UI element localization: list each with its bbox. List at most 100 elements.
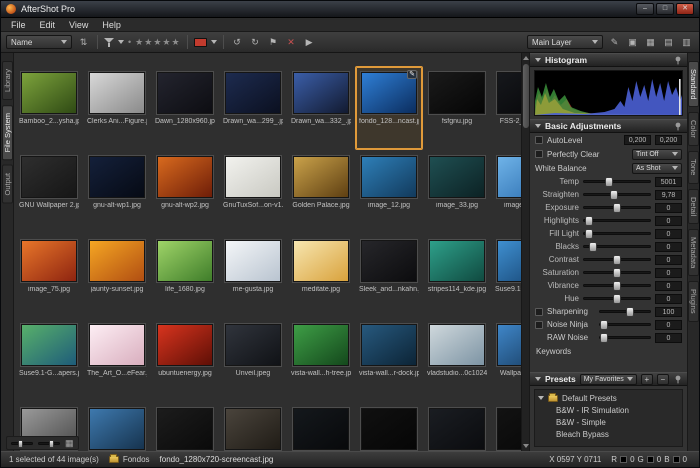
thumbnail-cell[interactable]	[491, 402, 521, 451]
thumbnail-cell[interactable]	[219, 402, 287, 451]
keywords-row[interactable]: Keywords	[530, 344, 687, 358]
thumbnail-cell[interactable]: fsfgnu.jpg	[423, 66, 491, 150]
slider-track[interactable]	[599, 336, 651, 339]
slider-track[interactable]	[599, 323, 651, 326]
pin-icon[interactable]	[674, 56, 682, 65]
thumbnail-cell[interactable]: Suse9.1-Bl...papers.jpg	[491, 234, 521, 318]
thumbnail-cell[interactable]: wyama.jpg	[287, 53, 355, 66]
thumbnail-cell[interactable]	[15, 53, 83, 66]
tab-tone[interactable]: Tone	[688, 151, 699, 183]
thumbnail-cell[interactable]: vladstudio...0c1024.jpg	[423, 318, 491, 402]
thumbnail-cell[interactable]: The_Art_O...eFear.jpg	[83, 318, 151, 402]
tab-detail[interactable]: Detail	[688, 189, 699, 224]
histogram-header[interactable]: Histogram	[530, 53, 687, 67]
sharpening-checkbox[interactable]	[535, 308, 543, 316]
scroll-down-icon[interactable]	[523, 444, 529, 448]
slider-value[interactable]: 0	[655, 294, 682, 304]
thumbnail-cell[interactable]: Sleek_and...nkahn.jpg	[355, 234, 423, 318]
slider-handle[interactable]	[613, 255, 621, 265]
slider-handle[interactable]	[589, 242, 597, 252]
thumbnail-cell[interactable]: life_1680.jpg	[151, 234, 219, 318]
slider-handle[interactable]	[613, 203, 621, 213]
thumbnail-cell[interactable]: Drawn_wa...299_.jpg	[219, 66, 287, 150]
tint-dropdown[interactable]: Tint Off	[632, 149, 682, 160]
white-balance-dropdown[interactable]: As Shot	[632, 163, 682, 174]
remove-preset-button[interactable]: −	[657, 374, 669, 385]
label-color-swatch[interactable]	[194, 38, 207, 47]
tab-standard[interactable]: Standard	[688, 61, 699, 107]
slider-handle[interactable]	[626, 307, 634, 317]
slider-value[interactable]: 0	[655, 320, 682, 330]
slider-handle[interactable]	[605, 177, 613, 187]
layer-dropdown[interactable]: Main Layer	[527, 35, 603, 49]
collapse-icon[interactable]	[535, 124, 541, 128]
slider-value[interactable]: 0	[655, 268, 682, 278]
thumbnail-cell[interactable]: ✎fondo_128...ncast.jpg	[355, 66, 423, 150]
thumbnail-cell[interactable]	[423, 402, 491, 451]
slideshow-icon[interactable]: ▶	[302, 35, 317, 50]
thumbnail-cell[interactable]	[355, 53, 423, 66]
tree-expand-icon[interactable]	[538, 396, 544, 400]
thumbnail-cell[interactable]: Drawn_wa...332_.jpg	[287, 66, 355, 150]
thumbnail-cell[interactable]: Golden Palace.jpg	[287, 150, 355, 234]
thumbnail-cell[interactable]: Bamboo_2...ysha.jpg	[15, 66, 83, 150]
star-icon[interactable]: ★	[135, 37, 144, 47]
slider-value[interactable]: 0	[655, 255, 682, 265]
filter-icon[interactable]	[104, 37, 114, 48]
reject-icon[interactable]: ✕	[284, 35, 299, 50]
preset-item-bleach-bypass[interactable]: Bleach Bypass	[538, 428, 679, 440]
menu-item-edit[interactable]: Edit	[34, 20, 62, 30]
pin-icon[interactable]	[674, 375, 682, 384]
menu-item-file[interactable]: File	[5, 20, 32, 30]
minimize-button[interactable]: –	[636, 3, 654, 15]
slider-track[interactable]	[583, 219, 651, 222]
thumbnail-cell[interactable]	[491, 53, 521, 66]
thumbnail-cell[interactable]	[151, 402, 219, 451]
slider-track[interactable]	[583, 193, 651, 196]
slider-value[interactable]: 5001	[655, 177, 682, 187]
thumbnail-cell[interactable]: image_33.jpg	[423, 150, 491, 234]
view-list-icon[interactable]: ▤	[661, 35, 676, 50]
slider-handle[interactable]	[585, 216, 593, 226]
tab-metadata[interactable]: Metadata	[688, 229, 699, 276]
presets-collection-dropdown[interactable]: My Favorites	[580, 374, 637, 385]
thumbnail-cell[interactable]: Dawn_1280x960.jpg	[151, 66, 219, 150]
autolevel-value-low[interactable]: 0,200	[624, 135, 651, 145]
thumbnail-cell[interactable]	[355, 402, 423, 451]
thumbnail-cell[interactable]: Suse9.1-G...apers.jpg	[15, 318, 83, 402]
presets-header[interactable]: Presets My Favorites + −	[530, 372, 687, 386]
slider-value[interactable]: 0	[655, 242, 682, 252]
slider-handle[interactable]	[18, 440, 23, 448]
rotate-right-icon[interactable]: ↻	[248, 35, 263, 50]
menu-item-help[interactable]: Help	[96, 20, 127, 30]
thumbnail-cell[interactable]: GnuTuxSof...on-v1.jpg	[219, 150, 287, 234]
collapse-icon[interactable]	[535, 377, 541, 381]
star-none-icon[interactable]: •	[128, 37, 131, 47]
label-color-chevron-icon[interactable]	[211, 40, 217, 44]
current-folder[interactable]: Fondos	[109, 455, 150, 464]
menu-item-view[interactable]: View	[63, 20, 94, 30]
tab-file-system[interactable]: File System	[2, 105, 13, 160]
thumbnail-cell[interactable]: Clerks Ani...Figure.jpg	[83, 66, 151, 150]
tab-plugins[interactable]: Plugins	[688, 281, 699, 322]
slider-handle[interactable]	[49, 440, 54, 448]
thumbnail-cell[interactable]: vista-wall...h-tree.jpg	[287, 318, 355, 402]
slider-value[interactable]: 0	[655, 333, 682, 343]
preset-folder-row[interactable]: Default Presets	[538, 392, 679, 404]
preset-item-b-w-ir-simulation[interactable]: B&W - IR Simulation	[538, 404, 679, 416]
slider-track[interactable]	[583, 180, 651, 183]
thumbnail-cell[interactable]: jaunty-sunset.jpg	[83, 234, 151, 318]
slider-handle[interactable]	[613, 294, 621, 304]
slider-track[interactable]	[583, 232, 651, 235]
slider-value[interactable]: 9,78	[655, 190, 682, 200]
slider-handle[interactable]	[610, 190, 618, 200]
thumbnail-cell[interactable]: image_59.jpg	[491, 150, 521, 234]
thumbnail-cell[interactable]: ubuntuenergy.jpg	[151, 318, 219, 402]
slider-track[interactable]	[583, 206, 651, 209]
grid-layout-icon[interactable]: ▦	[65, 438, 74, 449]
sort-field-dropdown[interactable]: Name	[6, 35, 72, 49]
maximize-button[interactable]: □	[656, 3, 674, 15]
slider-handle[interactable]	[613, 281, 621, 291]
close-button[interactable]: ✕	[676, 3, 694, 15]
slider-value[interactable]: 0	[655, 216, 682, 226]
